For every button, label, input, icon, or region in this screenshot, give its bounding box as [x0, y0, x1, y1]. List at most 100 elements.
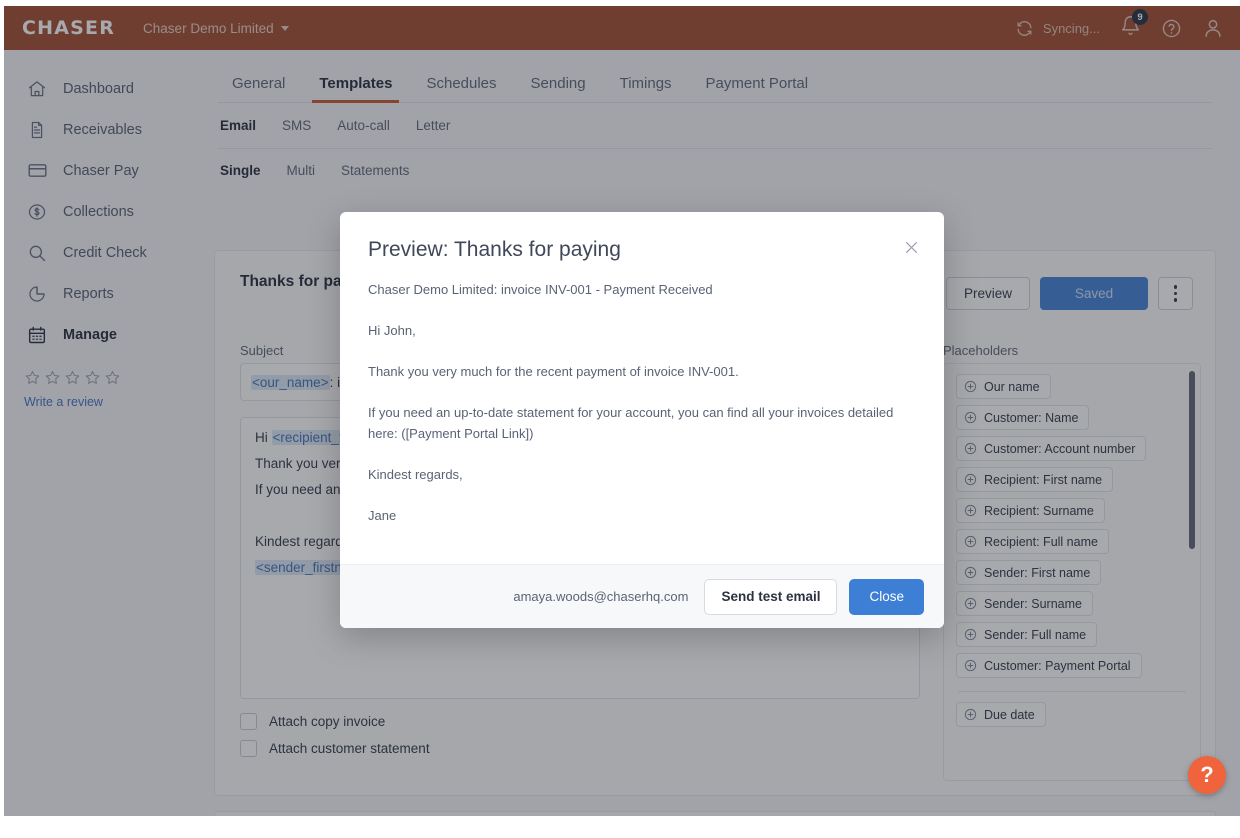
preview-signoff: Kindest regards, [368, 466, 463, 482]
send-test-email-button[interactable]: Send test email [704, 578, 838, 615]
home-icon [26, 79, 48, 99]
placeholder-chip[interactable]: Our name [956, 374, 1051, 399]
tab-general[interactable]: General [218, 76, 302, 102]
top-bar-actions: Syncing... 9 [1015, 9, 1224, 41]
sync-icon [1015, 19, 1034, 38]
placeholder-chip[interactable]: Customer: Payment Portal [956, 653, 1142, 678]
star-rating[interactable] [24, 369, 190, 391]
star-icon[interactable] [64, 369, 81, 391]
plus-circle-icon [964, 659, 977, 672]
write-a-review-link[interactable]: Write a review [24, 395, 190, 409]
placeholder-chip[interactable]: Customer: Name [956, 405, 1090, 430]
tab-schedules[interactable]: Schedules [409, 76, 513, 102]
subject-label: Subject [240, 343, 284, 358]
sidebar-item-label: Collections [63, 203, 134, 220]
notifications-button[interactable]: 9 [1120, 9, 1148, 41]
review-block: Write a review [4, 369, 190, 409]
checkbox-box[interactable] [240, 740, 257, 757]
sync-status[interactable]: Syncing... [1015, 19, 1100, 38]
star-icon[interactable] [44, 369, 61, 391]
tab-email[interactable]: Email [220, 118, 270, 133]
placeholder-chip[interactable]: Recipient: Full name [956, 529, 1109, 554]
placeholder-chip-label: Customer: Account number [984, 441, 1136, 456]
checkbox-label: Attach customer statement [269, 741, 430, 756]
body-text: Hi [255, 430, 272, 445]
plus-circle-icon [964, 504, 977, 517]
tab-letter[interactable]: Letter [416, 118, 465, 133]
preview-modal: Preview: Thanks for paying Chaser Demo L… [340, 212, 944, 628]
checkbox-box[interactable] [240, 713, 257, 730]
sidebar-item-dashboard[interactable]: Dashboard [4, 68, 190, 109]
star-icon[interactable] [104, 369, 121, 391]
kebab-dot-icon [1173, 285, 1178, 289]
sidebar-item-reports[interactable]: Reports [4, 273, 190, 314]
org-name: Chaser Demo Limited [143, 20, 274, 36]
plus-circle-icon [964, 708, 977, 721]
placeholder-token: <our_name> [251, 374, 330, 390]
sidebar-item-label: Manage [63, 326, 117, 343]
kebab-dot-icon [1173, 291, 1178, 296]
user-icon[interactable] [1202, 17, 1224, 39]
checkbox-attach-customer-statement[interactable]: Attach customer statement [240, 740, 430, 757]
kebab-dot-icon [1173, 298, 1178, 302]
tab-single[interactable]: Single [220, 163, 261, 178]
tab-auto-call[interactable]: Auto-call [337, 118, 404, 133]
test-email-address: amaya.woods@chaserhq.com [513, 589, 689, 604]
question-circle-icon[interactable] [1161, 18, 1182, 39]
sidebar-item-label: Chaser Pay [63, 162, 139, 179]
plus-circle-icon [964, 628, 977, 641]
org-switcher[interactable]: Chaser Demo Limited [143, 21, 289, 36]
placeholder-chip-label: Our name [984, 379, 1040, 394]
preview-button[interactable]: Preview [945, 277, 1030, 310]
placeholder-chip[interactable]: Sender: Surname [956, 591, 1093, 616]
placeholder-chip-label: Customer: Payment Portal [984, 658, 1131, 673]
placeholder-chip[interactable]: Sender: Full name [956, 622, 1098, 647]
tab-statements[interactable]: Statements [341, 163, 409, 178]
placeholder-chip[interactable]: Recipient: First name [956, 467, 1114, 492]
checkbox-attach-copy-invoice[interactable]: Attach copy invoice [240, 713, 430, 730]
star-icon[interactable] [24, 369, 41, 391]
placeholders-scrollbar[interactable] [1189, 371, 1195, 549]
tab-templates[interactable]: Templates [302, 76, 409, 103]
tab-multi[interactable]: Multi [287, 163, 316, 178]
plus-circle-icon [964, 442, 977, 455]
placeholder-chip-label: Recipient: Surname [984, 503, 1094, 518]
sidebar: Dashboard Receivables Chaser Pay Collect… [4, 50, 190, 816]
plus-circle-icon [964, 597, 977, 610]
placeholder-chip-label: Sender: Surname [984, 596, 1082, 611]
placeholder-chip[interactable]: Sender: First name [956, 560, 1102, 585]
sidebar-item-label: Receivables [63, 121, 142, 138]
attachment-options: Attach copy invoice Attach customer stat… [240, 713, 430, 767]
dollar-circle-icon [26, 202, 48, 222]
placeholder-chip[interactable]: Due date [956, 702, 1046, 727]
sidebar-item-collections[interactable]: Collections [4, 191, 190, 232]
placeholder-chip-label: Due date [984, 707, 1035, 722]
saved-button[interactable]: Saved [1040, 277, 1148, 310]
placeholders-label: Placeholders [943, 343, 1019, 358]
tab-sending[interactable]: Sending [514, 76, 603, 102]
tab-payment-portal[interactable]: Payment Portal [689, 76, 826, 102]
close-icon[interactable] [898, 234, 924, 260]
secondary-card [214, 811, 1216, 816]
sidebar-item-label: Dashboard [63, 80, 134, 97]
modal-footer: amaya.woods@chaserhq.com Send test email… [340, 564, 944, 628]
tab-timings[interactable]: Timings [603, 76, 689, 102]
search-icon [26, 243, 48, 263]
tab-sms[interactable]: SMS [282, 118, 325, 133]
star-icon[interactable] [84, 369, 101, 391]
sidebar-item-manage[interactable]: Manage [4, 314, 190, 355]
more-options-button[interactable] [1158, 277, 1193, 310]
template-actions: Preview Saved [945, 277, 1193, 310]
sidebar-item-chaser-pay[interactable]: Chaser Pay [4, 150, 190, 191]
preview-subject-line: Chaser Demo Limited: invoice INV-001 - P… [368, 282, 713, 297]
brand-logo: CHASER [22, 17, 116, 39]
secondary-tabs: Email SMS Auto-call Letter [218, 103, 1212, 149]
placeholder-chip[interactable]: Customer: Account number [956, 436, 1147, 461]
sidebar-item-credit-check[interactable]: Credit Check [4, 232, 190, 273]
placeholder-chip[interactable]: Recipient: Surname [956, 498, 1105, 523]
help-fab-button[interactable]: ? [1188, 756, 1226, 794]
sidebar-item-receivables[interactable]: Receivables [4, 109, 190, 150]
checkbox-label: Attach copy invoice [269, 714, 386, 729]
placeholder-chip-label: Recipient: Full name [984, 534, 1098, 549]
close-button[interactable]: Close [849, 578, 924, 615]
